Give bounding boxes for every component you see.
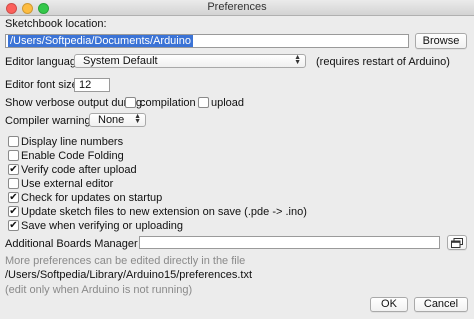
verbose-compilation-checkbox[interactable] xyxy=(125,97,136,108)
boards-manager-open-button[interactable] xyxy=(447,235,467,250)
sketchbook-path-field[interactable]: /Users/Softpedia/Documents/Arduino xyxy=(5,34,409,48)
editor-font-size-label: Editor font size: xyxy=(5,79,81,91)
close-window-icon[interactable] xyxy=(6,3,17,14)
verbose-upload-checkbox[interactable] xyxy=(198,97,209,108)
window-stack-icon xyxy=(451,238,463,248)
chevron-up-down-icon: ▲ ▼ xyxy=(134,113,141,125)
restart-note: (requires restart of Arduino) xyxy=(316,56,450,68)
cancel-button[interactable]: Cancel xyxy=(414,297,468,312)
preferences-file-path: /Users/Softpedia/Library/Arduino15/prefe… xyxy=(5,269,253,281)
verbose-upload-label: upload xyxy=(211,97,245,109)
minimize-window-icon[interactable] xyxy=(22,3,33,14)
chevron-up-down-icon: ▲ ▼ xyxy=(294,54,301,66)
ok-button[interactable]: OK xyxy=(370,297,408,312)
compiler-warnings-label: Compiler warnings: xyxy=(5,115,100,127)
compiler-warnings-select[interactable]: None ▲ ▼ xyxy=(89,113,146,127)
save-when-verifying-label: Save when verifying or uploading xyxy=(21,220,184,232)
save-when-verifying-checkbox[interactable]: ✔ xyxy=(8,220,19,231)
display-line-numbers-checkbox[interactable] xyxy=(8,136,19,147)
verbose-compilation-label: compilation xyxy=(140,97,196,109)
editor-font-size-input[interactable]: 12 xyxy=(74,78,110,92)
use-external-editor-checkbox[interactable] xyxy=(8,178,19,189)
maximize-window-icon[interactable] xyxy=(38,3,49,14)
editor-language-select[interactable]: System Default ▲ ▼ xyxy=(74,54,306,68)
enable-code-folding-checkbox[interactable] xyxy=(8,150,19,161)
update-extension-label: Update sketch files to new extension on … xyxy=(21,206,307,218)
sketchbook-location-label: Sketchbook location: xyxy=(5,18,107,30)
verify-after-upload-label: Verify code after upload xyxy=(21,164,137,176)
compiler-warnings-value: None xyxy=(98,114,125,126)
check-updates-checkbox[interactable]: ✔ xyxy=(8,192,19,203)
more-preferences-note: More preferences can be edited directly … xyxy=(5,255,246,267)
title-bar: Preferences xyxy=(0,0,474,16)
enable-code-folding-label: Enable Code Folding xyxy=(21,150,124,162)
window-title: Preferences xyxy=(207,1,267,13)
boards-manager-urls-input[interactable] xyxy=(139,236,440,249)
sketchbook-path-text: /Users/Softpedia/Documents/Arduino xyxy=(8,35,193,47)
browse-button[interactable]: Browse xyxy=(415,33,467,49)
use-external-editor-label: Use external editor xyxy=(21,178,114,190)
editor-language-value: System Default xyxy=(83,55,158,67)
edit-when-closed-note: (edit only when Arduino is not running) xyxy=(5,284,193,296)
display-line-numbers-label: Display line numbers xyxy=(21,136,124,148)
check-updates-label: Check for updates on startup xyxy=(21,192,163,204)
verify-after-upload-checkbox[interactable]: ✔ xyxy=(8,164,19,175)
update-extension-checkbox[interactable]: ✔ xyxy=(8,206,19,217)
